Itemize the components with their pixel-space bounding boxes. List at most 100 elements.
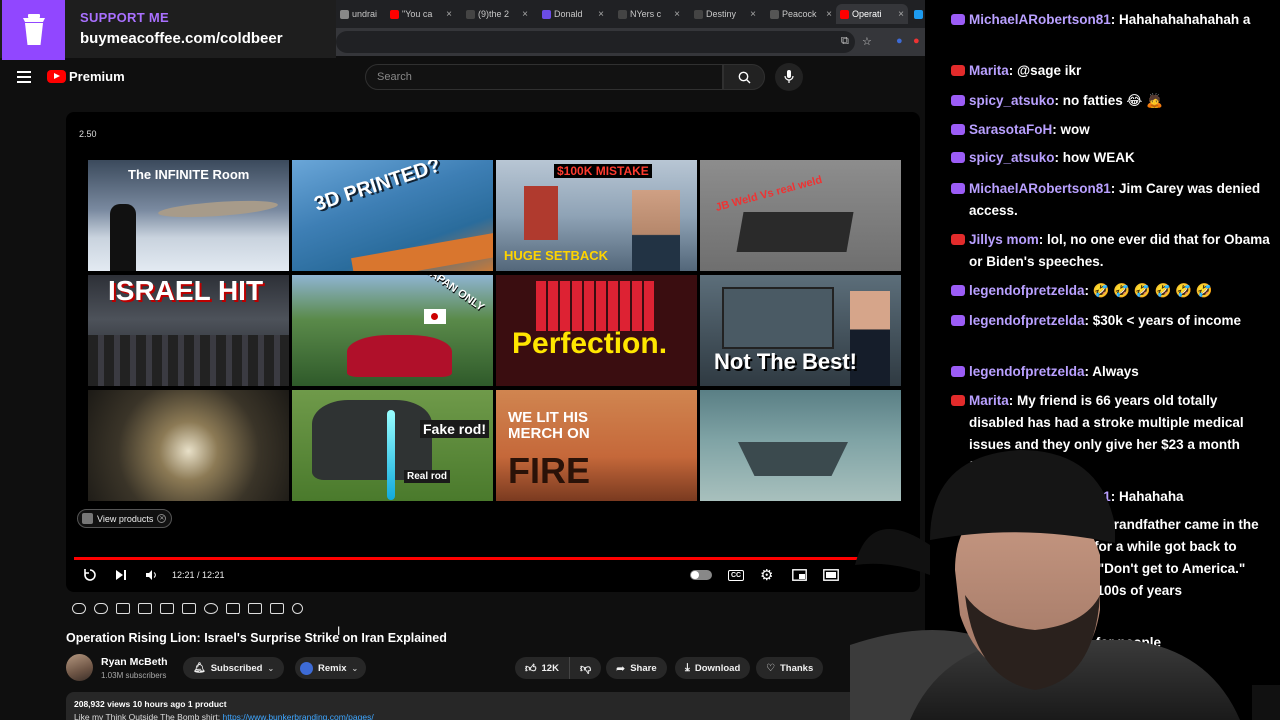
dislike-button[interactable]: 👎︎ xyxy=(569,657,602,679)
browser-tab[interactable]: (9)the 2 × xyxy=(462,4,532,24)
replay-button[interactable] xyxy=(83,568,97,582)
hamburger-menu-icon[interactable] xyxy=(17,71,31,83)
thanks-button[interactable]: ♡ Thanks xyxy=(756,657,824,679)
endscreen-video[interactable]: The INFINITE Room xyxy=(88,160,289,271)
endscreen-video[interactable]: 3D PRINTED? xyxy=(292,160,493,271)
speed-icon[interactable] xyxy=(204,602,218,614)
extension-icon[interactable]: ● xyxy=(896,35,903,47)
browser-tab[interactable]: Peacock × xyxy=(766,4,836,24)
subscribed-button[interactable]: 🔔︎ Subscribed ⌄ xyxy=(183,657,285,679)
chat-message-body: spicy_atsuko: no fatties 😂 🙇 xyxy=(952,90,1270,112)
autoplay-toggle[interactable] xyxy=(690,568,712,582)
repeat-icon[interactable] xyxy=(116,602,130,614)
twitter-tab[interactable] xyxy=(910,4,925,24)
like-button[interactable]: 👍︎ 12K xyxy=(515,657,569,679)
share-button[interactable]: ➦ Share xyxy=(606,657,667,679)
voice-search-button[interactable] xyxy=(775,63,803,91)
next-button[interactable] xyxy=(115,568,127,582)
browser-tab[interactable]: Destiny × xyxy=(690,4,760,24)
cast-icon[interactable]: ⧉ xyxy=(841,35,849,48)
tab-close-icon[interactable]: × xyxy=(522,9,528,20)
tab-close-icon[interactable]: × xyxy=(898,9,904,20)
chat-text: Hahahahahahahah a xyxy=(1119,12,1251,27)
youtube-badge-icon xyxy=(951,234,965,245)
chat-username[interactable]: spicy_atsuko xyxy=(969,93,1055,108)
tab-label: Peacock xyxy=(782,9,817,19)
chat-username[interactable]: MichaelARobertson81 xyxy=(969,12,1111,27)
chat-username[interactable]: Marita xyxy=(969,63,1009,78)
endscreen-video[interactable]: JAPAN ONLY xyxy=(292,275,493,386)
chat-username[interactable]: spicy_atsuko xyxy=(969,150,1055,165)
download-button[interactable]: ⤓ Download xyxy=(675,657,751,679)
browser-tab[interactable]: Donald × xyxy=(538,4,608,24)
extension-icon[interactable]: ● xyxy=(913,35,920,47)
channel-avatar[interactable] xyxy=(66,654,93,681)
description-box[interactable]: 208,932 views 10 hours ago 1 product Lik… xyxy=(66,692,866,720)
search-button[interactable] xyxy=(723,64,765,90)
miniplayer-icon xyxy=(792,569,807,581)
endscreen-video[interactable]: JB Weld Vs real weld xyxy=(700,160,901,271)
settings-button[interactable]: ⚙ xyxy=(760,567,773,584)
tab-close-icon[interactable]: × xyxy=(826,9,832,20)
youtube-logo[interactable]: Premium xyxy=(47,69,125,84)
endscreen-video[interactable]: ISRAEL HIT xyxy=(88,275,289,386)
tab-close-icon[interactable]: × xyxy=(598,9,604,20)
settings-gear-icon[interactable] xyxy=(292,602,303,614)
chat-separator: : xyxy=(1052,122,1061,137)
chat-username[interactable]: legendofpretzelda xyxy=(969,283,1085,298)
chat-username[interactable]: Marita xyxy=(969,393,1009,408)
endscreen-video[interactable]: WE LIT HIS MERCH ON FIRE xyxy=(496,390,697,501)
endscreen-video[interactable]: Fake rod! Real rod xyxy=(292,390,493,501)
volume-button[interactable] xyxy=(145,568,157,582)
endscreen-video[interactable]: Perfection. xyxy=(496,275,697,386)
close-icon[interactable]: ✕ xyxy=(157,514,167,523)
thumb-caption: JAPAN ONLY xyxy=(422,275,487,314)
browser-tab[interactable]: "You ca × xyxy=(386,4,456,24)
tab-label: (9)the 2 xyxy=(478,9,510,19)
bookmark-star-icon[interactable]: ☆ xyxy=(862,35,872,48)
keyboard-icon[interactable] xyxy=(270,602,284,614)
theater-button[interactable] xyxy=(823,568,839,582)
miniplayer-button[interactable] xyxy=(792,568,807,582)
underwater-bunker-shape xyxy=(738,442,848,476)
like-count: 12K xyxy=(541,662,559,674)
tetris-blocks-shape xyxy=(536,281,656,331)
progress-bar[interactable] xyxy=(74,557,912,560)
chat-username[interactable]: SarasotaFoH xyxy=(969,122,1052,137)
audio-icon[interactable] xyxy=(94,602,108,614)
loop-icon[interactable] xyxy=(72,602,86,614)
address-bar[interactable] xyxy=(336,31,855,53)
screenshot-list-icon[interactable] xyxy=(182,602,196,614)
search-icon xyxy=(738,71,750,83)
endscreen-video[interactable] xyxy=(88,390,289,501)
endscreen-video[interactable]: $100K MISTAKE HUGE SETBACK xyxy=(496,160,697,271)
tab-close-icon[interactable]: × xyxy=(674,9,680,20)
add-icon[interactable] xyxy=(226,602,240,614)
chat-message-body: Jillys mom: lol, no one ever did that fo… xyxy=(952,229,1270,273)
calendar-icon[interactable] xyxy=(138,602,152,614)
view-products-button[interactable]: View products ✕ xyxy=(77,509,173,528)
tiktok-icon xyxy=(694,9,703,19)
endscreen-video[interactable]: Not The Best! xyxy=(700,275,901,386)
channel-name[interactable]: Ryan McBeth xyxy=(101,656,168,668)
tab-close-icon[interactable]: × xyxy=(750,9,756,20)
tab-close-icon[interactable]: × xyxy=(446,9,452,20)
subtitles-button[interactable]: CC xyxy=(728,568,745,582)
browser-tab[interactable]: NYers c × xyxy=(614,4,684,24)
webcam-overlay xyxy=(850,445,1280,720)
browser-tab[interactable]: undrai× xyxy=(336,4,380,24)
remix-button[interactable]: Remix ⌄ xyxy=(295,657,367,679)
search-input[interactable] xyxy=(366,65,722,89)
video-player[interactable]: 2.50 The INFINITE Room 3D PRINTED? $100K… xyxy=(66,112,920,592)
thumb-caption: 3D PRINTED? xyxy=(311,160,444,216)
chat-username[interactable]: legendofpretzelda xyxy=(969,313,1085,328)
chat-username[interactable]: legendofpretzelda xyxy=(969,364,1085,379)
chat-message-body: legendofpretzelda: Always xyxy=(952,361,1270,383)
camera-icon[interactable] xyxy=(248,602,262,614)
browser-tab-active[interactable]: Operati × xyxy=(836,4,908,24)
chair-base-shape xyxy=(312,400,432,480)
chat-username[interactable]: Jillys mom xyxy=(969,232,1039,247)
chat-username[interactable]: MichaelARobertson81 xyxy=(969,181,1111,196)
description-link[interactable]: https://www.bunkerbranding.com/pages/ xyxy=(223,712,374,720)
picture-icon[interactable] xyxy=(160,602,174,614)
